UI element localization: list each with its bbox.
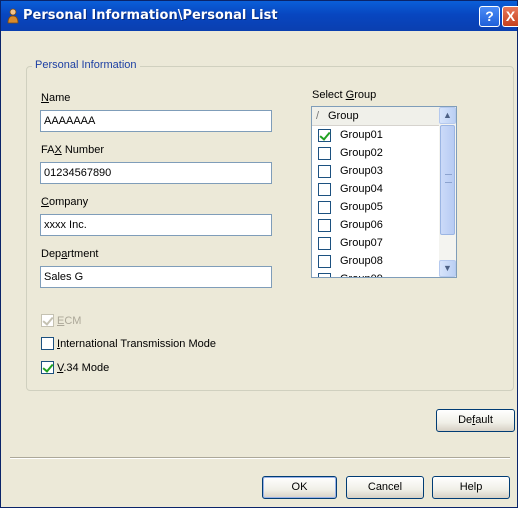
dialog-window: Personal Information\Personal List ? X P…	[0, 0, 518, 508]
select-group-label: Select Group	[312, 89, 377, 101]
bottom-separator	[10, 457, 510, 459]
group-checkbox[interactable]	[318, 129, 331, 142]
group-list-scrollbar[interactable]: ▲ ▼	[439, 107, 456, 277]
group-item-label: Group08	[340, 255, 383, 267]
group-list-item[interactable]: Group09	[316, 271, 438, 277]
group-column-header-label: Group	[328, 110, 359, 122]
group-item-label: Group06	[340, 219, 383, 231]
company-label: Company	[41, 196, 89, 208]
ecm-checkbox	[41, 314, 54, 327]
group-checkbox[interactable]	[318, 255, 331, 268]
v34-mode-label[interactable]: V.34 Mode	[57, 362, 109, 374]
window-title: Personal Information\Personal List	[23, 8, 278, 23]
group-checkbox[interactable]	[318, 201, 331, 214]
fax-number-label: FAX Number	[41, 144, 104, 156]
group-column-header[interactable]: / Group	[312, 107, 439, 126]
group-list-item[interactable]: Group02	[316, 145, 438, 162]
group-item-label: Group05	[340, 201, 383, 213]
name-label: Name	[41, 92, 71, 104]
name-field[interactable]: AAAAAAA	[40, 110, 272, 132]
group-checkbox[interactable]	[318, 219, 331, 232]
department-label: Department	[41, 248, 99, 260]
group-list-item[interactable]: Group07	[316, 235, 438, 252]
group-item-label: Group07	[340, 237, 383, 249]
group-list-item[interactable]: Group01	[316, 127, 438, 144]
fax-number-field[interactable]: 01234567890	[40, 162, 272, 184]
group-checkbox[interactable]	[318, 147, 331, 160]
ok-button[interactable]: OK	[262, 476, 337, 499]
group-list-item[interactable]: Group05	[316, 199, 438, 216]
international-transmission-label[interactable]: International Transmission Mode	[57, 338, 216, 350]
group-item-label: Group01	[340, 129, 383, 141]
international-transmission-checkbox[interactable]	[41, 337, 54, 350]
group-list-item[interactable]: Group06	[316, 217, 438, 234]
company-field[interactable]: xxxx Inc.	[40, 214, 272, 236]
group-item-label: Group03	[340, 165, 383, 177]
group-checkbox[interactable]	[318, 237, 331, 250]
person-icon	[7, 8, 19, 24]
group-item-label: Group09	[340, 273, 383, 277]
default-button[interactable]: Default	[436, 409, 515, 432]
scroll-up-arrow-icon[interactable]: ▲	[439, 107, 456, 124]
group-list-item[interactable]: Group04	[316, 181, 438, 198]
close-button[interactable]: X	[502, 6, 518, 27]
scroll-down-arrow-icon[interactable]: ▼	[439, 260, 456, 277]
group-checkbox[interactable]	[318, 183, 331, 196]
scrollbar-thumb[interactable]	[440, 125, 455, 235]
group-list-item[interactable]: Group03	[316, 163, 438, 180]
sort-indicator-icon: /	[316, 110, 320, 122]
group-listbox[interactable]: / Group Group01 Group02 Group03 Group04 Grou…	[311, 106, 457, 278]
group-checkbox[interactable]	[318, 273, 331, 277]
group-item-label: Group04	[340, 183, 383, 195]
group-checkbox[interactable]	[318, 165, 331, 178]
grip-icon	[445, 174, 452, 183]
v34-mode-checkbox[interactable]	[41, 361, 54, 374]
group-list-item[interactable]: Group08	[316, 253, 438, 270]
title-bar[interactable]: Personal Information\Personal List ? X	[1, 1, 518, 31]
help-title-button[interactable]: ?	[479, 6, 500, 27]
group-item-label: Group02	[340, 147, 383, 159]
help-button[interactable]: Help	[432, 476, 510, 499]
ecm-label: ECM	[57, 315, 82, 327]
groupbox-legend: Personal Information	[32, 59, 140, 71]
cancel-button[interactable]: Cancel	[346, 476, 424, 499]
department-field[interactable]: Sales G	[40, 266, 272, 288]
